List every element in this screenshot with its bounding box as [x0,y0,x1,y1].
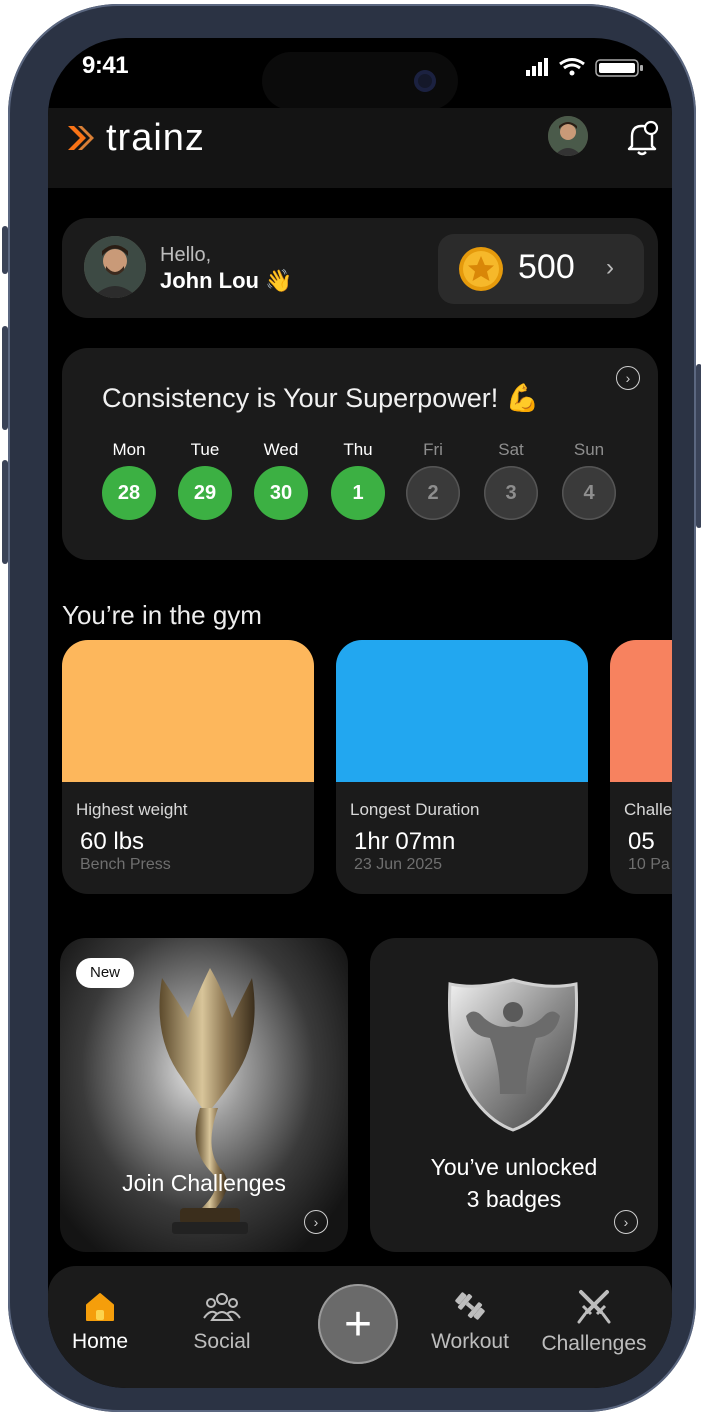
badges-line2: 3 badges [466,1186,562,1212]
day-circle-thu[interactable]: 1 [331,466,385,520]
streak-title: Consistency is Your Superpower! 💪 [102,383,540,413]
day-circle-tue[interactable]: 29 [178,466,232,520]
stat-label: Challe [624,800,672,819]
stat-sub: 10 Pa [628,856,670,873]
stat-sub: 23 Jun 2025 [354,856,443,873]
day-label-thu: Thu [343,440,373,459]
day-circle-sun[interactable]: 4 [562,466,616,520]
stat-card-challenges[interactable]: Challe 05 10 Pa [610,640,672,894]
stat-card-longest-duration[interactable]: Longest Duration 1hr 07mn 23 Jun 2025 [336,640,588,894]
day-label-sat: Sat [498,440,524,459]
person-avatar-icon [548,116,588,156]
person-avatar-icon [84,236,146,298]
crossed-swords-icon [577,1290,611,1324]
chevron-right-icon: › [606,254,614,281]
user-name: John Lou 👋 [160,268,293,293]
join-challenges-chevron-icon[interactable]: › [304,1210,328,1234]
stat-value: 1hr 07mn [354,828,456,855]
brand-name: trainz [106,116,205,159]
phone-frame: 9:41 trainz Hello, John Lou 👋 500 › › Co… [2,4,701,1412]
day-label-sun: Sun [573,440,605,459]
nav-social-label: Social [193,1330,251,1353]
stat-card-banner [336,640,588,782]
status-time: 9:41 [82,52,129,79]
user-avatar[interactable] [84,236,146,298]
gym-section-title: You’re in the gym [62,600,262,630]
volume-down-button [2,460,8,564]
nav-challenges[interactable]: Challenges [534,1288,654,1356]
notification-bell-icon[interactable] [622,118,662,158]
app-screen: 9:41 trainz Hello, John Lou 👋 500 › › Co… [48,38,672,1388]
day-circle-sat[interactable]: 3 [484,466,538,520]
day-label-mon: Mon [112,440,146,459]
coin-star-icon [459,247,503,291]
stat-value: 60 lbs [80,828,145,855]
day-circle-fri[interactable]: 2 [406,466,460,520]
brand-logo[interactable]: trainz [64,116,205,160]
nav-workout-label: Workout [431,1330,509,1353]
profile-avatar[interactable] [548,116,588,156]
stat-label: Highest weight [76,800,188,819]
day-label-fri: Fri [423,440,443,459]
coins-value: 500 [518,248,575,286]
front-camera [414,70,436,92]
stat-label: Longest Duration [350,800,480,819]
badges-line1: You’ve unlocked [430,1154,598,1180]
nav-workout[interactable]: Workout [420,1288,520,1354]
join-challenges-card[interactable]: New Join Challenges › [60,938,348,1252]
day-label-tue: Tue [190,440,220,459]
silent-switch [2,226,8,274]
day-circle-mon[interactable]: 28 [102,466,156,520]
people-icon [203,1293,241,1321]
nav-challenges-label: Challenges [541,1332,647,1355]
join-challenges-label: Join Challenges [122,1170,286,1196]
nav-social[interactable]: Social [182,1290,262,1354]
new-badge: New [76,958,135,988]
power-button [696,364,701,528]
stat-card-banner [62,640,314,782]
greeting-hello: Hello, [160,244,212,266]
stat-value: 05 [628,828,655,855]
nav-home[interactable]: Home [60,1290,140,1354]
badges-chevron-icon[interactable]: › [614,1210,638,1234]
stat-card-banner [610,640,672,782]
volume-up-button [2,326,8,430]
badges-card[interactable]: You’ve unlocked 3 badges › [370,938,658,1252]
status-icons [526,58,643,77]
day-label-wed: Wed [263,440,299,459]
home-icon [86,1293,114,1321]
stat-sub: Bench Press [80,856,171,873]
shield-badge-icon [448,978,578,1132]
chevron-logo-icon [68,126,94,150]
day-circle-wed[interactable]: 30 [254,466,308,520]
stat-card-highest-weight[interactable]: Highest weight 60 lbs Bench Press [62,640,314,894]
nav-home-label: Home [71,1330,129,1353]
streak-chevron-right-icon[interactable]: › [616,366,640,390]
add-button[interactable]: + [318,1284,398,1364]
dumbbell-icon [455,1292,485,1320]
